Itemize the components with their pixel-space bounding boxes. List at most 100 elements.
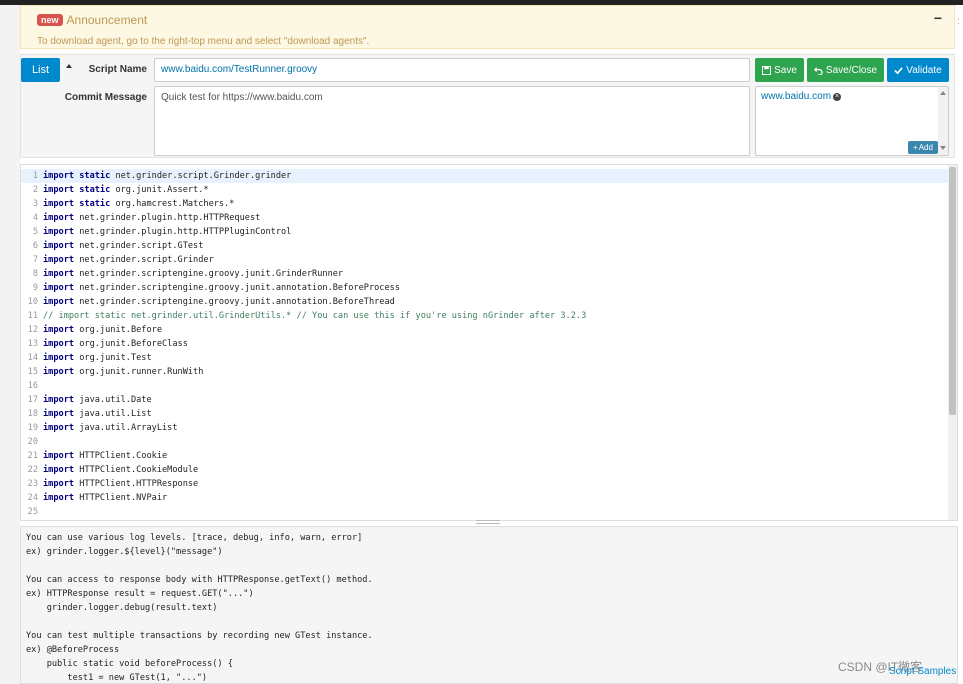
host-item[interactable]: www.baidu.com × [761, 91, 842, 102]
code-text: HTTPClient.Cookie [74, 451, 168, 461]
code-text: org.junit.runner.RunWith [74, 367, 204, 377]
line-number: 22 [27, 465, 38, 475]
code-line[interactable]: 4 import net.grinder.plugin.http.HTTPRequ… [21, 211, 949, 225]
sample-line: You can use various log levels. [trace, … [26, 533, 363, 543]
host-name: www.baidu.com [761, 91, 832, 102]
code-keyword: import [43, 423, 75, 433]
code-line[interactable]: 9 import net.grinder.scriptengine.groovy.… [21, 281, 949, 295]
code-line[interactable]: 25 [21, 505, 949, 519]
code-line[interactable]: 10 import net.grinder.scriptengine.groovy… [21, 295, 949, 309]
code-line[interactable]: 1 import static net.grinder.script.Grinde… [21, 169, 949, 183]
commit-message-field[interactable]: Quick test for https://www.baidu.com [154, 86, 750, 156]
script-samples-panel: You can use various log levels. [trace, … [20, 526, 958, 684]
code-line[interactable]: 15 import org.junit.runner.RunWith [21, 365, 949, 379]
code-keyword: import static [43, 185, 111, 195]
add-dropdown-caret-icon[interactable] [940, 146, 946, 150]
code-text: net.grinder.scriptengine.groovy.junit.an… [74, 283, 401, 293]
code-line[interactable]: 11 // import static net.grinder.util.Grin… [21, 309, 949, 323]
code-text: net.grinder.script.GTest [74, 241, 204, 251]
scroll-up-icon[interactable] [940, 91, 946, 95]
code-line[interactable]: 12 import org.junit.Before [21, 323, 949, 337]
code-line[interactable]: 21 import HTTPClient.Cookie [21, 449, 949, 463]
sample-line: You can access to response body with HTT… [26, 575, 373, 585]
target-hosts-box[interactable]: www.baidu.com × + Add [755, 86, 949, 156]
script-form: List Script Name www.baidu.com/TestRunne… [20, 54, 955, 158]
save-button[interactable]: Save [755, 58, 804, 82]
code-line[interactable]: 20 [21, 435, 949, 449]
code-line[interactable]: 14 import org.junit.Test [21, 351, 949, 365]
code-text: net.grinder.script.Grinder.grinder [110, 171, 292, 181]
add-host-button[interactable]: + Add [908, 141, 938, 154]
announcement-header: new Announcement [37, 12, 147, 28]
code-line[interactable]: 18 import java.util.List [21, 407, 949, 421]
code-text: org.junit.Test [74, 353, 152, 363]
code-keyword: import [43, 493, 75, 503]
editor-resize-handle[interactable] [476, 520, 500, 524]
code-line[interactable]: 6 import net.grinder.script.GTest [21, 239, 949, 253]
code-text: net.grinder.plugin.http.HTTPRequest [74, 213, 261, 223]
minimize-button[interactable]: − [934, 10, 942, 26]
code-keyword: import [43, 451, 75, 461]
editor-scrollbar[interactable] [948, 165, 957, 520]
save-close-button[interactable]: Save/Close [807, 58, 884, 82]
code-line[interactable]: 24 import HTTPClient.NVPair [21, 491, 949, 505]
line-number: 18 [27, 409, 38, 419]
new-badge: new [37, 14, 63, 26]
line-number: 16 [27, 381, 38, 391]
line-number: 8 [32, 269, 38, 279]
code-line[interactable]: 16 [21, 379, 949, 393]
announcement-panel: new Announcement − To download agent, go… [20, 5, 955, 49]
remove-host-icon[interactable]: × [833, 92, 842, 101]
code-line[interactable]: 19 import java.util.ArrayList [21, 421, 949, 435]
script-samples-link[interactable]: Script Samples [889, 666, 956, 677]
code-editor[interactable]: 1 import static net.grinder.script.Grinde… [20, 164, 958, 521]
code-text: org.junit.Assert.* [110, 185, 209, 195]
sample-line: ex) @BeforeProcess [26, 645, 120, 655]
sample-line: grinder.logger.debug(result.text) [26, 603, 218, 613]
line-number: 6 [32, 241, 38, 251]
code-keyword: import static [43, 199, 111, 209]
code-text: net.grinder.scriptengine.groovy.junit.Gr… [74, 269, 344, 279]
announcement-text: To download agent, go to the right-top m… [37, 36, 370, 47]
validate-label: Validate [906, 64, 942, 76]
save-label: Save [774, 64, 797, 76]
code-text: HTTPClient.HTTPResponse [74, 479, 199, 489]
code-line[interactable]: 3 import static org.hamcrest.Matchers.* [21, 197, 949, 211]
code-text: HTTPClient.CookieModule [74, 465, 199, 475]
code-keyword: import [43, 353, 75, 363]
line-number: 12 [27, 325, 38, 335]
code-line[interactable]: 5 import net.grinder.plugin.http.HTTPPlug… [21, 225, 949, 239]
validate-button[interactable]: Validate [887, 58, 949, 82]
editor-scroll-thumb[interactable] [949, 167, 956, 415]
check-icon [894, 66, 904, 74]
line-number: 9 [32, 283, 38, 293]
code-line[interactable]: 23 import HTTPClient.HTTPResponse [21, 477, 949, 491]
code-line[interactable]: 2 import static org.junit.Assert.* [21, 183, 949, 197]
chevron-up-icon[interactable] [66, 64, 72, 68]
code-keyword: import [43, 213, 75, 223]
line-number: 20 [27, 437, 38, 447]
list-button[interactable]: List [21, 58, 60, 82]
code-keyword: import [43, 283, 75, 293]
line-number: 3 [32, 199, 38, 209]
script-name-label: Script Name [88, 64, 147, 75]
line-number: 19 [27, 423, 38, 433]
code-line[interactable]: 13 import org.junit.BeforeClass [21, 337, 949, 351]
code-line[interactable]: 17 import java.util.Date [21, 393, 949, 407]
hosts-scrollbar[interactable] [938, 87, 948, 155]
code-line[interactable]: 7 import net.grinder.script.Grinder [21, 253, 949, 267]
sample-line: test1 = new GTest(1, "...") [26, 673, 208, 683]
save-close-label: Save/Close [825, 64, 878, 76]
line-number: 13 [27, 339, 38, 349]
line-number: 5 [32, 227, 38, 237]
code-line[interactable]: 22 import HTTPClient.CookieModule [21, 463, 949, 477]
code-keyword: import [43, 325, 75, 335]
code-keyword: import [43, 479, 75, 489]
plus-icon: + [913, 143, 918, 152]
line-number: 23 [27, 479, 38, 489]
code-text: net.grinder.scriptengine.groovy.junit.an… [74, 297, 395, 307]
code-line[interactable]: 8 import net.grinder.scriptengine.groovy.… [21, 267, 949, 281]
code-keyword: import static [43, 171, 111, 181]
code-text: java.util.List [74, 409, 152, 419]
script-name-input[interactable]: www.baidu.com/TestRunner.groovy [154, 58, 750, 82]
